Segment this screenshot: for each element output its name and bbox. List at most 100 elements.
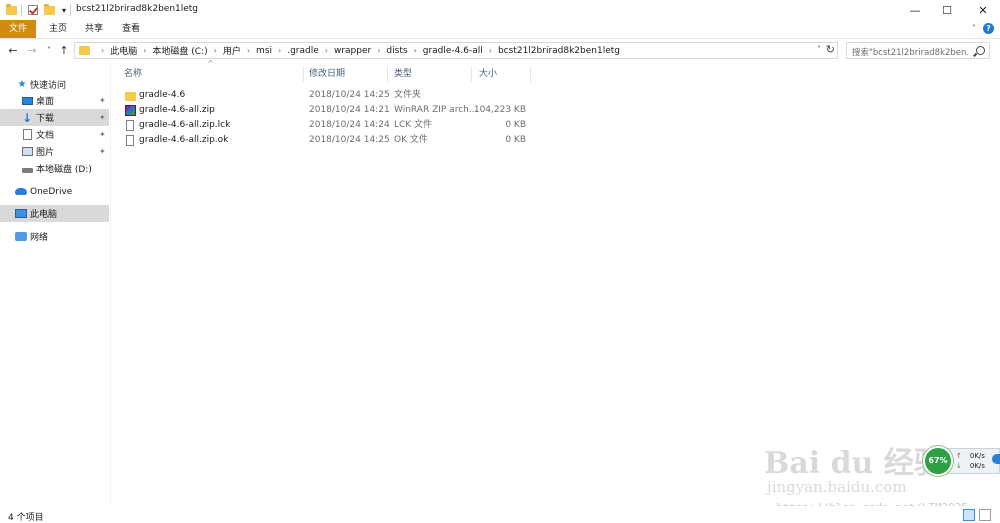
file-row[interactable]: gradle-4.6-all.zip.lck 2018/10/24 14:24 … (119, 118, 539, 133)
sidebar-item-label: 桌面 (36, 97, 55, 107)
breadcrumb-current-folder[interactable]: bcst21l2brirad8k2ben1letg (498, 46, 620, 56)
forward-button[interactable]: → (25, 43, 39, 59)
sidebar-item-drive-d[interactable]: 本地磁盘 (D:) (0, 160, 109, 177)
recent-locations-button[interactable]: ˅ (42, 43, 56, 59)
column-header-size[interactable]: 大小 (479, 66, 497, 82)
breadcrumb-separator[interactable]: › (143, 46, 146, 55)
document-icon (21, 129, 33, 140)
sidebar-item-downloads[interactable]: ↓ 下载 ✦ (0, 109, 109, 126)
column-header-date[interactable]: 修改日期 (309, 66, 345, 82)
sidebar-item-pictures[interactable]: 图片 ✦ (0, 143, 109, 160)
file-row[interactable]: gradle-4.6-all.zip.ok 2018/10/24 14:25 O… (119, 133, 539, 148)
network-speed-widget[interactable]: ↑ 0K/s ↓ 0K/s 67% (923, 446, 1000, 476)
sidebar-item-this-pc[interactable]: 此电脑 (0, 205, 109, 222)
details-view-button[interactable] (963, 509, 975, 521)
winrar-icon (125, 105, 136, 116)
search-icon[interactable] (976, 46, 985, 55)
sidebar-item-network[interactable]: 网络 (0, 228, 109, 245)
window-title: bcst21l2brirad8k2ben1letg (76, 4, 199, 14)
new-folder-icon[interactable] (42, 3, 56, 17)
sidebar-item-label: 此电脑 (30, 210, 58, 220)
breadcrumb-this-pc[interactable]: 此电脑 (110, 44, 137, 57)
breadcrumb-separator[interactable]: › (214, 46, 217, 55)
up-button[interactable]: ↑ (57, 43, 71, 59)
file-type: 文件夹 (394, 90, 422, 100)
ribbon-expand-icon[interactable]: ˅ (972, 24, 976, 33)
baidu-site-watermark: jingyan.baidu.com (767, 478, 907, 496)
download-icon: ↓ (21, 110, 33, 125)
picture-icon (21, 147, 33, 157)
breadcrumb-separator[interactable]: › (414, 46, 417, 55)
file-name: gradle-4.6-all.zip (139, 105, 215, 115)
navigation-bar: ← → ˅ ↑ › 此电脑 › 本地磁盘 (C:) › 用户 › msi › .… (0, 39, 1000, 63)
pin-icon[interactable]: ✦ (99, 113, 106, 122)
pin-icon[interactable]: ✦ (99, 130, 106, 139)
breadcrumb-dists[interactable]: dists (386, 46, 407, 56)
help-icon[interactable]: ? (983, 23, 994, 34)
upload-speed-value: 0K/s (969, 452, 985, 460)
sidebar-item-label: 下载 (36, 114, 55, 124)
address-bar[interactable]: › 此电脑 › 本地磁盘 (C:) › 用户 › msi › .gradle ›… (74, 42, 838, 59)
sidebar-item-label: 本地磁盘 (D:) (36, 165, 92, 175)
refresh-icon[interactable]: ↻ (826, 43, 835, 56)
tab-share[interactable]: 共享 (77, 20, 111, 38)
minimize-button[interactable]: — (898, 0, 932, 20)
breadcrumb-separator[interactable]: › (377, 46, 380, 55)
column-divider[interactable] (471, 66, 472, 82)
breadcrumb-msi[interactable]: msi (256, 46, 272, 56)
breadcrumb-gradle[interactable]: .gradle (287, 46, 319, 56)
folder-icon (79, 46, 90, 55)
breadcrumb-separator[interactable]: › (247, 46, 250, 55)
pin-icon[interactable]: ✦ (99, 147, 106, 156)
maximize-button[interactable]: ☐ (930, 0, 964, 20)
breadcrumb: › 此电脑 › 本地磁盘 (C:) › 用户 › msi › .gradle ›… (95, 43, 620, 58)
upload-speed: ↑ 0K/s (956, 452, 985, 460)
breadcrumb-separator[interactable]: › (278, 46, 281, 55)
title-bar: ▾ bcst21l2brirad8k2ben1letg — ☐ ✕ (0, 0, 1000, 20)
column-divider[interactable] (303, 66, 304, 82)
cloud-icon (15, 187, 27, 197)
speed-percent-badge[interactable]: 67% (923, 446, 953, 476)
back-button[interactable]: ← (6, 43, 20, 59)
sidebar-item-documents[interactable]: 文档 ✦ (0, 126, 109, 143)
file-type: WinRAR ZIP arch... (394, 105, 478, 115)
download-speed-value: 0K/s (969, 462, 985, 470)
tab-home[interactable]: 主页 (41, 20, 75, 38)
file-list: 名称 ^ 修改日期 类型 大小 gradle-4.6 2018/10/24 14… (111, 59, 1000, 503)
folder-icon (125, 92, 136, 101)
sidebar-item-quick-access[interactable]: ★ 快速访问 (0, 76, 109, 93)
breadcrumb-gradle-4-6-all[interactable]: gradle-4.6-all (423, 46, 483, 56)
breadcrumb-wrapper[interactable]: wrapper (334, 46, 371, 56)
breadcrumb-separator[interactable]: › (325, 46, 328, 55)
customize-toolbar-icon[interactable]: ▾ (57, 3, 71, 17)
search-placeholder: 搜索"bcst21l2brirad8k2ben..." (852, 48, 970, 58)
column-header-name[interactable]: 名称 (124, 66, 142, 82)
file-date: 2018/10/24 14:25 (309, 135, 390, 145)
sidebar-item-onedrive[interactable]: OneDrive (0, 183, 109, 200)
file-row[interactable]: gradle-4.6-all.zip 2018/10/24 14:21 WinR… (119, 103, 539, 118)
file-row[interactable]: gradle-4.6 2018/10/24 14:25 文件夹 (119, 88, 539, 103)
large-icons-view-button[interactable] (979, 509, 991, 521)
column-header-type[interactable]: 类型 (394, 66, 412, 82)
file-type: LCK 文件 (394, 120, 433, 130)
breadcrumb-users[interactable]: 用户 (223, 44, 241, 57)
properties-icon[interactable] (26, 3, 40, 17)
sidebar-item-label: 快速访问 (30, 81, 67, 91)
tab-file[interactable]: 文件 (0, 20, 36, 38)
address-history-icon[interactable]: ˅ (817, 45, 821, 54)
search-input[interactable]: 搜索"bcst21l2brirad8k2ben..." (846, 42, 990, 59)
breadcrumb-separator[interactable]: › (489, 46, 492, 55)
breadcrumb-separator[interactable]: › (101, 46, 104, 55)
ribbon-tabs: 文件 主页 共享 查看 ˅ ? (0, 20, 1000, 39)
file-size: 0 KB (505, 120, 526, 130)
column-divider[interactable] (387, 66, 388, 82)
baidu-watermark: Bai du 经验 (764, 446, 944, 481)
column-divider[interactable] (530, 66, 531, 82)
close-button[interactable]: ✕ (966, 0, 1000, 20)
speed-widget-handle-icon[interactable] (992, 454, 1000, 464)
sidebar-item-desktop[interactable]: 桌面 ✦ (0, 92, 109, 109)
sidebar-item-label: 文档 (36, 131, 55, 141)
pin-icon[interactable]: ✦ (99, 96, 106, 105)
tab-view[interactable]: 查看 (114, 20, 148, 38)
breadcrumb-drive-c[interactable]: 本地磁盘 (C:) (152, 44, 207, 57)
